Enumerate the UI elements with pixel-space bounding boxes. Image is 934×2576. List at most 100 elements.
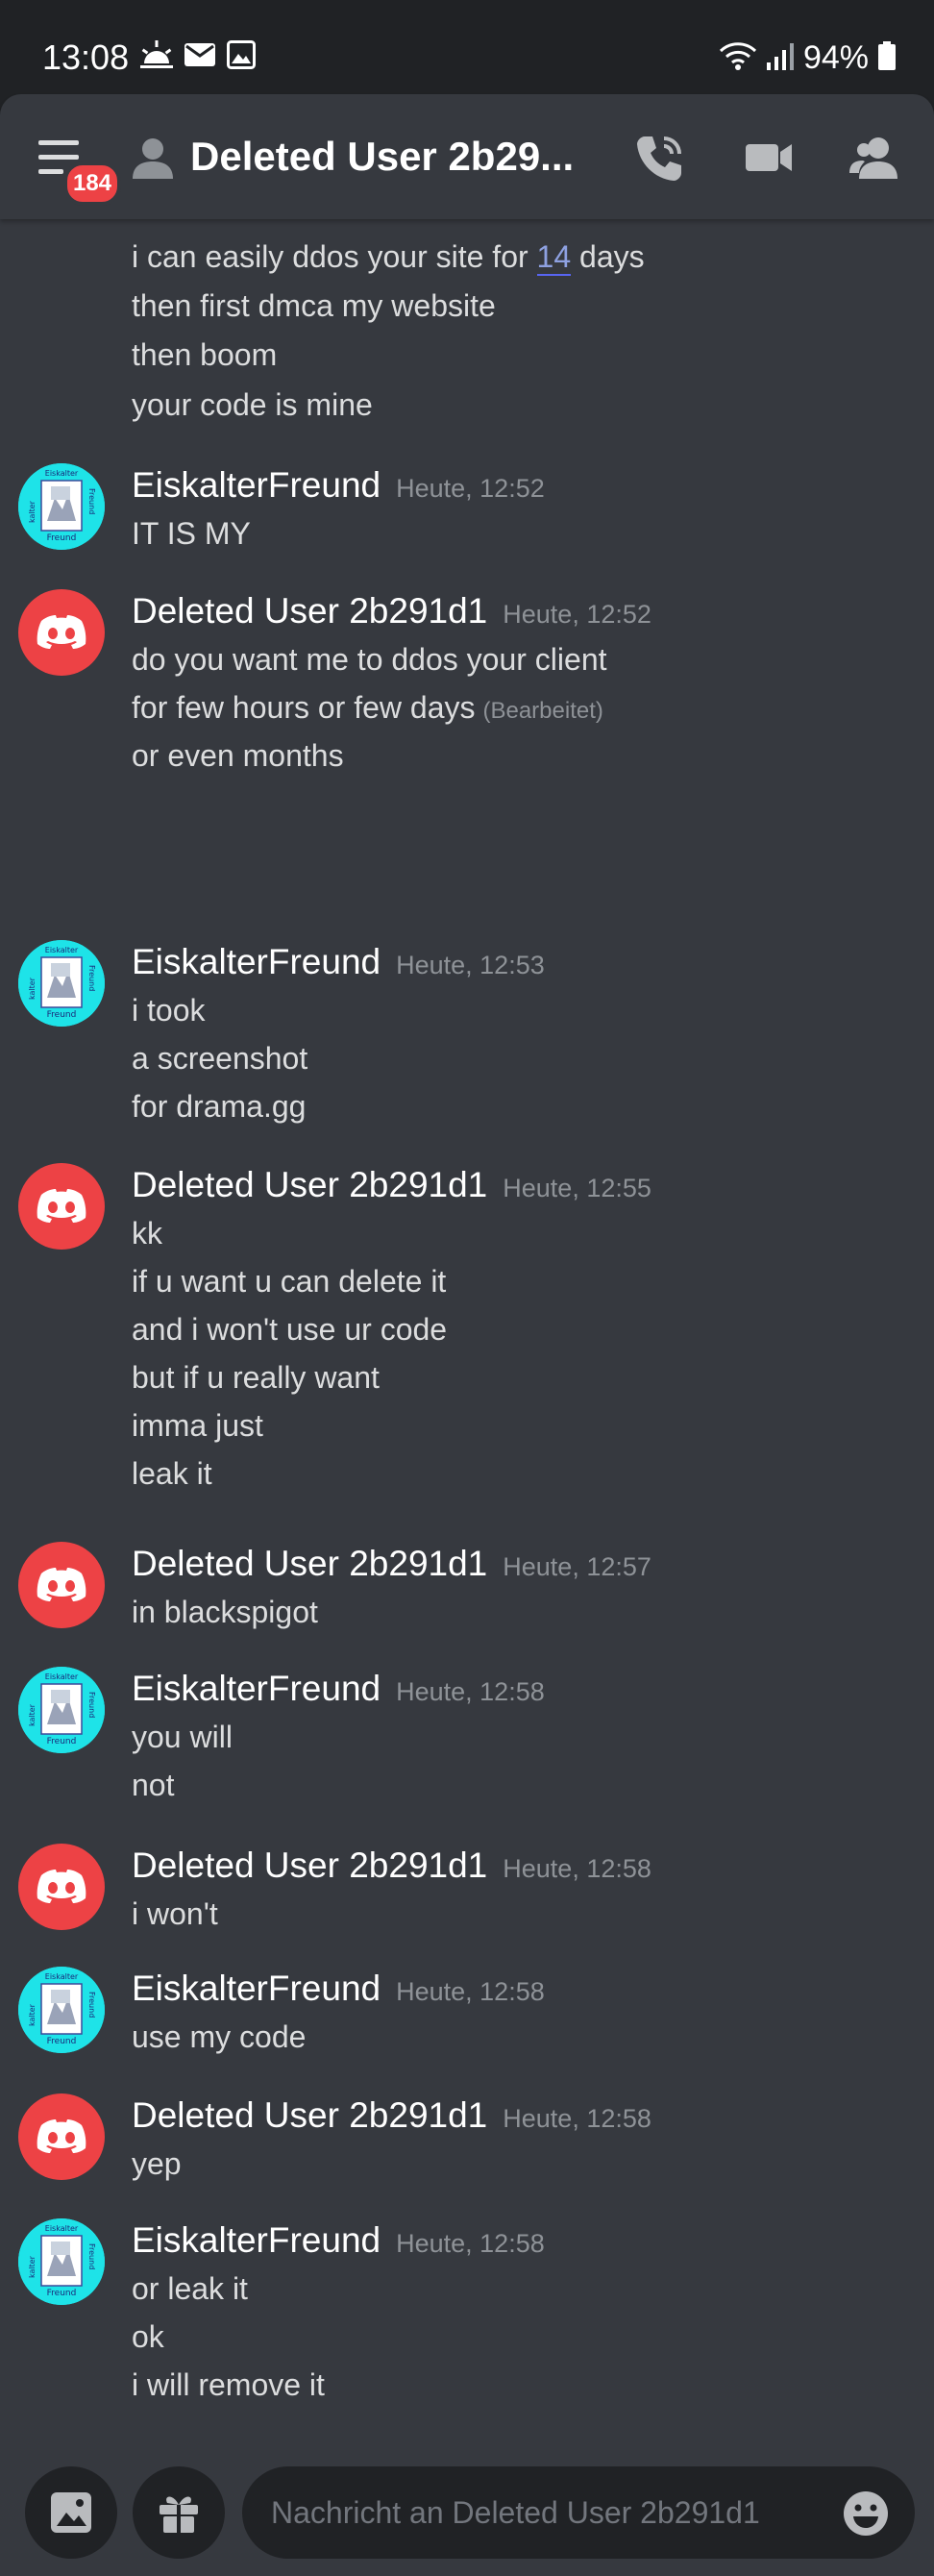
message-line: a screenshot [132,1038,307,1078]
author-name[interactable]: Deleted User 2b291d1 [132,1844,487,1888]
gift-icon [160,2496,198,2533]
emoji-picker-button[interactable] [842,2489,890,2538]
message-text: i won't [132,1896,218,1931]
message-text: not [132,1768,175,1802]
edited-label: (Bearbeitet) [482,698,603,724]
message-header: Deleted User 2b291d1 Heute, 12:55 [132,1163,651,1207]
message-text: use my code [132,2019,307,2054]
gift-button[interactable] [133,2466,225,2559]
author-name[interactable]: Deleted User 2b291d1 [132,1542,487,1586]
avatar[interactable]: Eiskalter Freund Freund kalter [18,463,105,550]
attach-image-button[interactable] [25,2466,117,2559]
svg-text:Eiskalter: Eiskalter [45,946,79,954]
message-header: Deleted User 2b291d1 Heute, 12:57 [132,1542,651,1586]
author-name[interactable]: EiskalterFreund [132,463,381,508]
message-line: you will [132,1717,233,1757]
message-timestamp: Heute, 12:57 [503,1552,651,1581]
member-list-button[interactable] [848,129,905,186]
mail-icon [184,41,215,73]
svg-text:Freund: Freund [87,1992,96,2018]
message-text: for few hours or few days [132,690,476,725]
svg-text:kalter: kalter [28,2255,37,2278]
emoji-icon [844,2491,888,2536]
svg-text:kalter: kalter [28,1703,37,1726]
avatar[interactable] [18,589,105,676]
signal-icon [766,41,794,75]
channel-header: 184 Deleted User 2b29... [0,94,934,219]
author-name[interactable]: Deleted User 2b291d1 [132,2093,487,2138]
avatar[interactable]: Eiskalter Freund Freund kalter [18,1967,105,2053]
svg-text:Freund: Freund [47,2037,77,2046]
avatar[interactable]: Eiskalter Freund Freund kalter [18,940,105,1027]
members-icon [849,137,897,179]
message-line: use my code [132,2017,306,2057]
author-name[interactable]: EiskalterFreund [132,940,381,984]
svg-text:Freund: Freund [47,1010,77,1020]
svg-text:kalter: kalter [28,500,37,523]
author-name[interactable]: EiskalterFreund [132,2218,381,2263]
message-line: in blackspigot [132,1592,318,1632]
avatar[interactable] [18,1542,105,1628]
wifi-icon [719,41,757,75]
avatar[interactable] [18,1163,105,1250]
video-icon [746,144,792,171]
message-timestamp: Heute, 12:52 [503,600,651,629]
avatar[interactable]: Eiskalter Freund Freund kalter [18,1667,105,1753]
message-line: for drama.gg [132,1086,306,1127]
video-call-button[interactable] [740,129,798,186]
message-line: then first dmca my website [132,288,496,323]
message-text: ok [132,2319,164,2354]
status-bar: 13:08 94% [0,0,934,94]
avatar[interactable]: Eiskalter Freund Freund kalter [18,2218,105,2305]
image-icon [51,2492,91,2533]
message-line: yep [132,2143,182,2184]
message-list[interactable]: i can easily ddos your site for 14 days … [0,219,934,2459]
message-text: do you want me to ddos your client [132,642,607,677]
message-header: Deleted User 2b291d1 Heute, 12:58 [132,2093,651,2138]
voice-call-button[interactable] [629,129,687,186]
message-header: EiskalterFreund Heute, 12:58 [132,2218,545,2263]
message-link[interactable]: 14 [536,239,572,276]
author-name[interactable]: EiskalterFreund [132,1667,381,1711]
message-input[interactable]: Nachricht an Deleted User 2b291d1 [242,2466,915,2559]
message-text: but if u really want [132,1360,380,1395]
author-name[interactable]: EiskalterFreund [132,1967,381,2011]
svg-text:Freund: Freund [87,2243,96,2269]
svg-text:Freund: Freund [87,1692,96,1718]
channel-title[interactable]: Deleted User 2b29... [190,133,574,181]
status-system-icons: 94% [719,37,896,79]
svg-text:Freund: Freund [47,533,77,543]
message-timestamp: Heute, 12:58 [503,2104,651,2133]
message-line: for few hours or few days (Bearbeitet) [132,687,603,731]
gallery-icon [227,40,256,74]
call-icon [637,136,681,181]
message-timestamp: Heute, 12:58 [396,1977,545,2006]
message-input-placeholder: Nachricht an Deleted User 2b291d1 [271,2495,760,2530]
message-line: ok [132,2316,164,2357]
message-timestamp: Heute, 12:53 [396,951,545,979]
message-header: EiskalterFreund Heute, 12:53 [132,940,545,984]
weather-sunrise-icon [140,40,173,74]
message-text: leak it [132,1456,212,1491]
message-text: or leak it [132,2271,248,2306]
message-text: if u want u can delete it [132,1264,447,1299]
message-line: or leak it [132,2268,248,2309]
message-timestamp: Heute, 12:58 [503,1854,651,1883]
avatar[interactable] [18,2093,105,2180]
message-line: and i won't use ur code [132,1309,447,1350]
author-name[interactable]: Deleted User 2b291d1 [132,589,487,633]
user-status-icon [129,136,177,179]
avatar[interactable] [18,1844,105,1930]
composer-bar: Nachricht an Deleted User 2b291d1 [0,2459,934,2576]
svg-text:Eiskalter: Eiskalter [45,2224,79,2233]
message-timestamp: Heute, 12:52 [396,474,545,503]
unread-mentions-badge: 184 [63,161,121,206]
message-line: imma just [132,1405,263,1446]
message-line: not [132,1765,174,1805]
message-header: EiskalterFreund Heute, 12:58 [132,1967,545,2011]
svg-text:Eiskalter: Eiskalter [45,1672,79,1681]
author-name[interactable]: Deleted User 2b291d1 [132,1163,487,1207]
message-line: leak it [132,1453,212,1494]
message-text: you will [132,1720,233,1754]
message-text: IT IS MY [132,516,251,551]
